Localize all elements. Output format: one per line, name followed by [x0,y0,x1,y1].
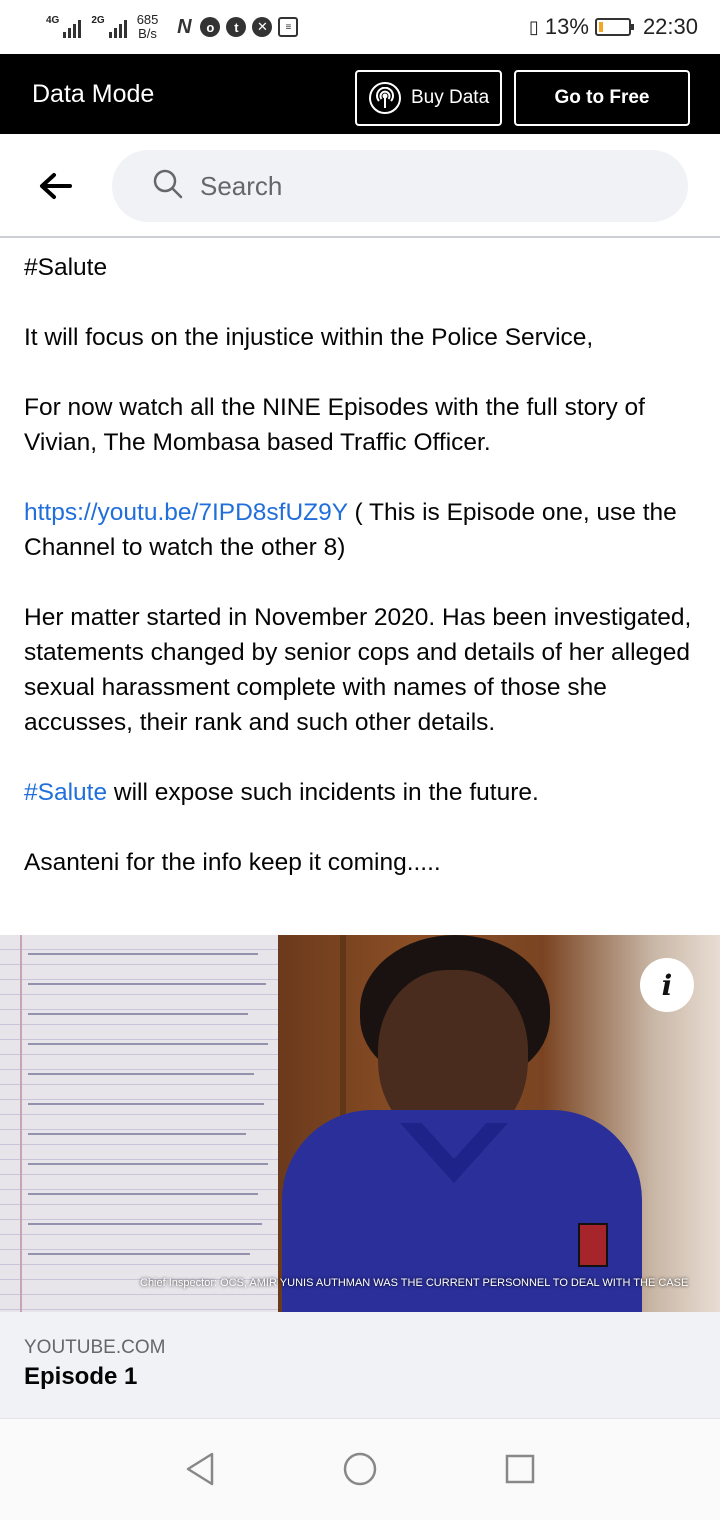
go-to-free-button[interactable]: Go to Free [514,70,690,126]
nav-home-icon[interactable] [340,1449,380,1489]
status-bar: 4G 2G 685 B/s N o t ✕ ≡ ▯ 13% 22:30 [0,0,720,54]
post-link-paragraph: https://youtu.be/7IPD8sfUZ9Y ( This is E… [24,495,700,565]
hashtag-suffix: will expose such incidents in the future… [107,779,539,806]
post-paragraph: Her matter started in November 2020. Has… [24,604,692,736]
buy-data-button[interactable]: Buy Data [355,70,502,126]
notification-icons: N o t ✕ ≡ [174,15,299,38]
post-hashtag-paragraph: #Salute will expose such incidents in th… [24,775,700,810]
link-preview-image[interactable]: Chief Inspector: OCS, AMIR YUNIS AUTHMAN… [0,935,720,1312]
post-paragraph: Asanteni for the info keep it coming....… [24,849,441,876]
twitter-icon: t [226,17,247,37]
data-mode-bar: Data Mode Buy Data Go to Free [0,54,720,134]
post-hashtag-line: #Salute [24,254,108,281]
network-label-1: 4G [46,15,60,26]
post-paragraph: It will focus on the injustice within th… [24,324,594,351]
hashtag-link[interactable]: #Salute [24,779,107,806]
news-icon: ≡ [278,17,299,37]
handwritten-letter-image [0,935,278,1312]
nav-recents-icon[interactable] [500,1449,540,1489]
network-speed: 685 B/s [137,13,159,41]
link-preview-info[interactable]: YOUTUBE.COM Episode 1 [0,1312,720,1418]
navigation-bar [0,1418,720,1520]
n-notification-icon: N [177,15,192,38]
battery-percent: 13% [544,14,589,39]
signal-icon-1: 4G [46,15,82,38]
clock: 22:30 [642,14,698,39]
signal-icon-2: 2G [91,15,127,38]
network-label-2: 2G [91,15,105,26]
vibrate-icon: ▯ [528,16,539,37]
speed-unit: B/s [138,26,157,41]
link-title: Episode 1 [24,1363,138,1390]
status-left: 4G 2G 685 B/s N o t ✕ ≡ [46,13,299,41]
go-to-free-label: Go to Free [554,87,650,108]
data-mode-title: Data Mode [32,79,155,108]
back-arrow-icon[interactable] [36,166,76,206]
antenna-icon [369,82,401,114]
video-caption: Chief Inspector: OCS, AMIR YUNIS AUTHMAN… [140,1277,689,1289]
battery-icon [594,18,634,36]
status-right: ▯ 13% 22:30 [529,14,698,40]
search-header: Search [0,134,720,238]
info-icon[interactable]: i [640,958,694,1012]
search-placeholder: Search [200,170,283,201]
post-paragraph: For now watch all the NINE Episodes with… [24,394,645,456]
speed-value: 685 [136,12,159,27]
uniform-badge [578,1223,608,1267]
buy-data-label: Buy Data [411,87,490,108]
post-body: #Salute It will focus on the injustice w… [24,250,700,915]
nav-back-icon[interactable] [180,1449,220,1489]
search-input[interactable]: Search [112,150,688,222]
search-icon [152,168,184,205]
opera-icon: o [200,17,221,37]
youtube-link[interactable]: https://youtu.be/7IPD8sfUZ9Y [24,499,348,526]
close-notification-icon: ✕ [252,17,273,37]
link-domain: YOUTUBE.COM [24,1337,166,1358]
